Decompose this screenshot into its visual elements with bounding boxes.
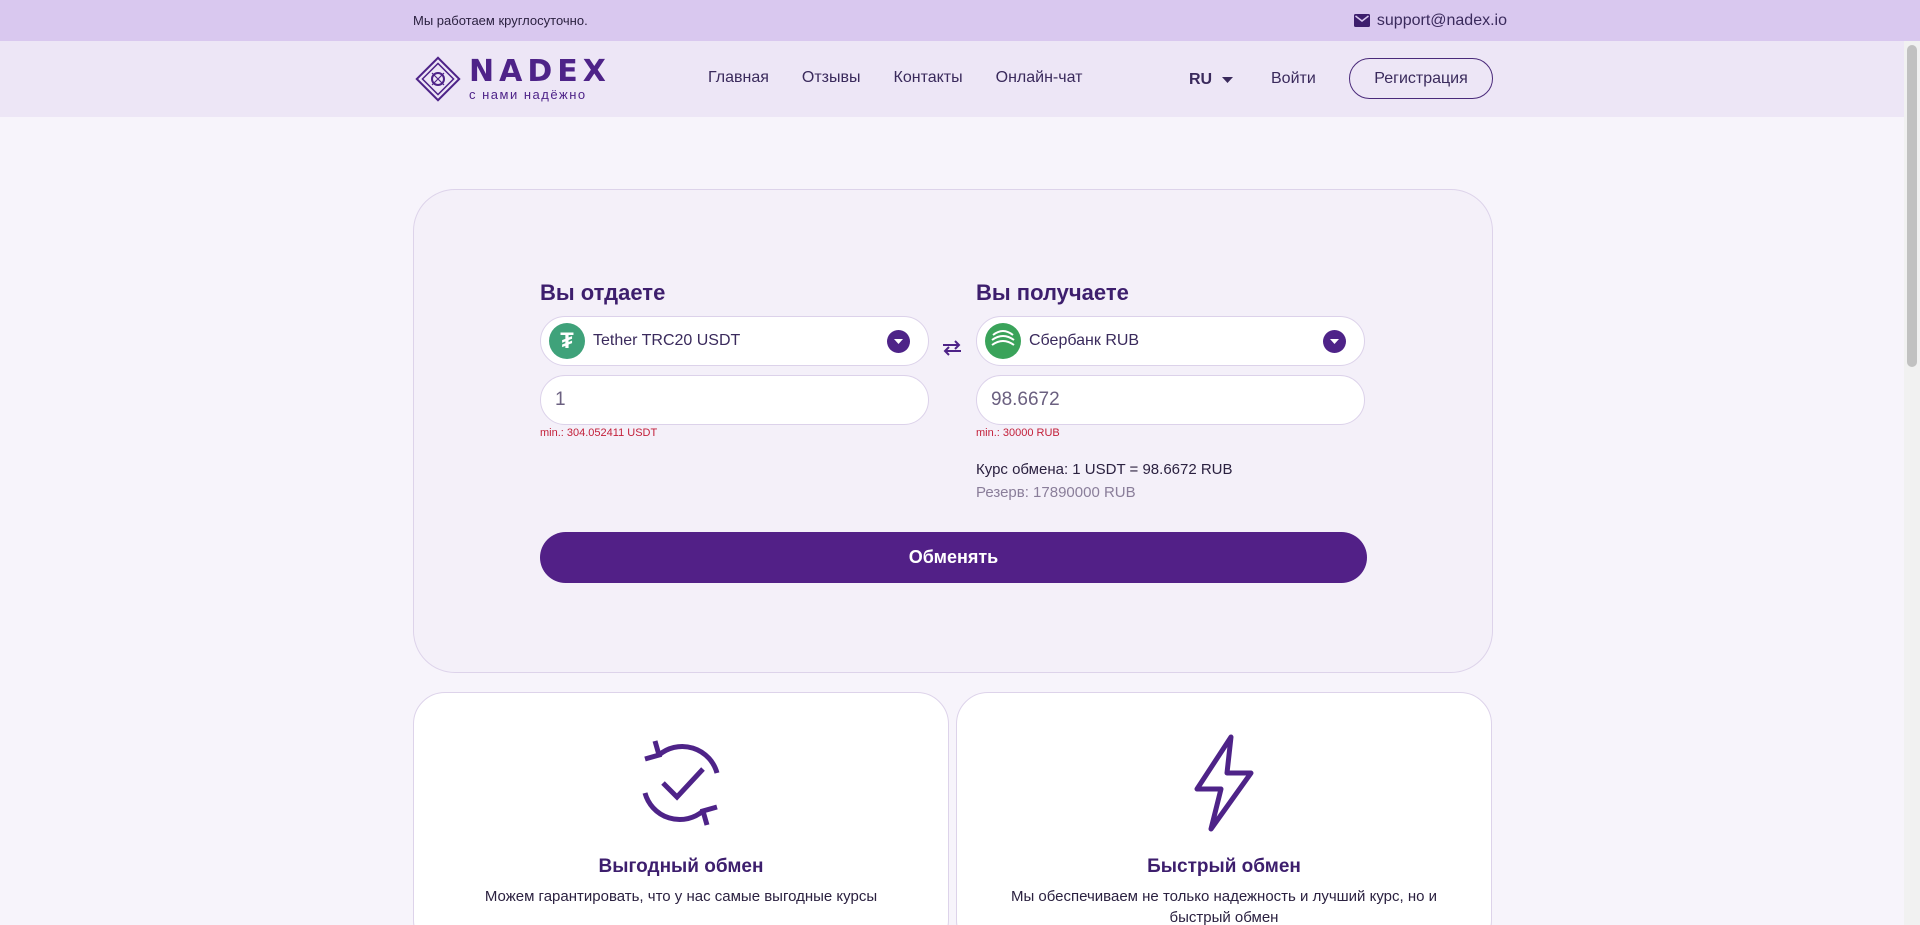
feature-text: Мы обеспечиваем не только надежность и л… (1010, 888, 1438, 925)
login-link[interactable]: Войти (1271, 70, 1316, 88)
reserve-amount: Резерв: 17890000 RUB (976, 484, 1136, 501)
give-currency-select[interactable]: ₮ Tether TRC20 USDT (540, 316, 929, 366)
main-nav: Главная Отзывы Контакты Онлайн-чат (708, 69, 1082, 87)
logo-brand: NADEX (469, 53, 611, 89)
nadex-logo[interactable]: NADEX с нами надёжно (413, 54, 611, 104)
top-info-bar: Мы работаем круглосуточно. support@nadex… (0, 0, 1920, 41)
scrollbar-thumb[interactable] (1907, 45, 1917, 367)
working-hours-notice: Мы работаем круглосуточно. (413, 13, 588, 28)
feature-text: Можем гарантировать, что у нас самые выг… (484, 888, 878, 905)
give-column: Вы отдаете ₮ Tether TRC20 USDT 1 min.: 3… (540, 280, 929, 439)
get-min-amount: min.: 30000 RUB (976, 427, 1060, 439)
sberbank-icon (985, 323, 1021, 359)
lightning-icon (1194, 734, 1254, 832)
give-amount-input[interactable]: 1 (540, 375, 929, 425)
chevron-down-icon[interactable] (1323, 330, 1346, 353)
logo-tagline: с нами надёжно (469, 86, 587, 102)
mail-icon (1353, 14, 1370, 27)
exchange-rate: Курс обмена: 1 USDT = 98.6672 RUB (976, 461, 1233, 478)
feature-title: Быстрый обмен (1147, 856, 1301, 877)
tether-icon: ₮ (549, 323, 585, 359)
feature-card-profitable: Выгодный обмен Можем гарантировать, что … (413, 692, 949, 925)
feature-title: Выгодный обмен (598, 856, 764, 877)
refresh-check-icon (642, 740, 720, 826)
get-currency-select[interactable]: Сбербанк RUB (976, 316, 1365, 366)
support-email-link[interactable]: support@nadex.io (1353, 11, 1507, 30)
logo-mark-icon (415, 56, 461, 102)
caret-down-icon (1222, 77, 1234, 83)
nav-home[interactable]: Главная (708, 69, 769, 87)
site-header: NADEX с нами надёжно Главная Отзывы Конт… (0, 41, 1920, 117)
chevron-down-icon[interactable] (887, 330, 910, 353)
give-title: Вы отдаете (540, 280, 666, 305)
get-amount-input[interactable]: 98.6672 (976, 375, 1365, 425)
get-column: Вы получаете Сбербанк RUB 98.6672 min.: … (976, 280, 1365, 501)
nav-contacts[interactable]: Контакты (894, 69, 963, 87)
swap-arrows-icon[interactable] (941, 340, 963, 356)
give-min-amount: min.: 304.052411 USDT (540, 427, 658, 439)
get-currency-label: Сбербанк RUB (1029, 332, 1140, 349)
exchange-card: Вы отдаете ₮ Tether TRC20 USDT 1 min.: 3… (413, 189, 1493, 673)
support-email-text: support@nadex.io (1376, 11, 1507, 29)
language-selector[interactable]: RU (1189, 71, 1234, 89)
register-button[interactable]: Регистрация (1349, 58, 1493, 99)
give-currency-label: Tether TRC20 USDT (593, 332, 741, 349)
exchange-button[interactable]: Обменять (540, 532, 1367, 583)
nav-reviews[interactable]: Отзывы (802, 69, 861, 87)
nav-online-chat[interactable]: Онлайн-чат (996, 69, 1083, 87)
feature-card-fast: Быстрый обмен Мы обеспечиваем не только … (956, 692, 1492, 925)
get-title: Вы получаете (976, 280, 1129, 305)
language-code: RU (1189, 71, 1213, 88)
